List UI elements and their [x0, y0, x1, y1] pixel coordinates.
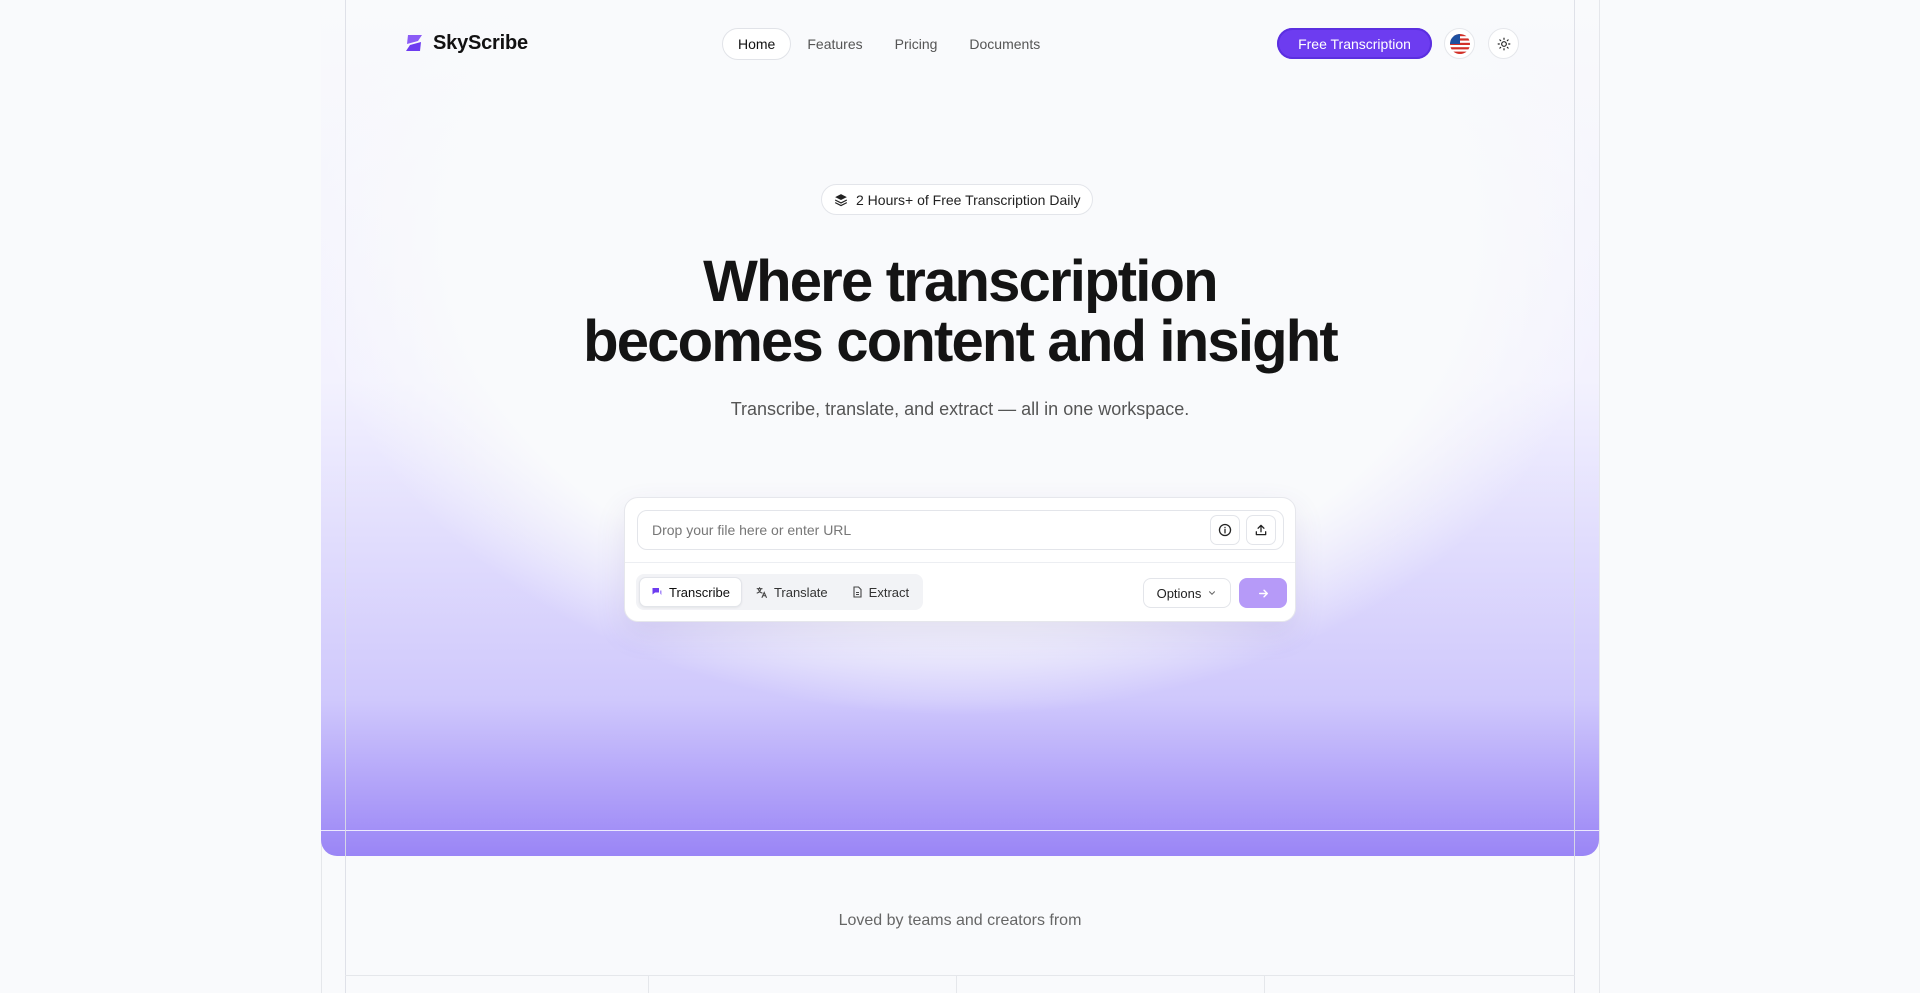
hero-divider [321, 830, 1599, 831]
logos-grid-separator [1264, 975, 1265, 993]
social-proof-title: Loved by teams and creators from [838, 912, 1082, 929]
file-url-field[interactable] [637, 510, 1284, 550]
document-icon [853, 586, 862, 598]
upload-icon [1255, 524, 1267, 536]
free-hours-badge: 2 Hours+ of Free Transcription Daily [821, 184, 1094, 215]
logos-grid-separator [648, 975, 649, 993]
nav-features[interactable]: Features [791, 28, 878, 60]
headline-line-1: Where transcription [703, 249, 1218, 314]
theme-toggle-button[interactable] [1488, 28, 1519, 59]
translate-icon [756, 586, 767, 598]
badge-text: 2 Hours+ of Free Transcription Daily [856, 191, 1081, 208]
chat-bubbles-icon [652, 588, 662, 595]
tab-translate-label: Translate [773, 584, 828, 600]
file-url-input[interactable] [650, 521, 1194, 539]
card-divider [625, 562, 1295, 563]
headline-line-2: becomes content and insight [583, 309, 1339, 374]
options-dropdown[interactable]: Options [1143, 578, 1231, 608]
free-transcription-button[interactable]: Free Transcription [1277, 28, 1432, 59]
us-flag-icon [1449, 33, 1470, 54]
mode-tabs: Transcribe Translate Extract [636, 574, 924, 610]
tab-translate[interactable]: Translate [744, 578, 839, 606]
nav-pricing[interactable]: Pricing [879, 28, 954, 60]
options-label: Options [1156, 585, 1202, 601]
hero-headline: Where transcription becomes content and … [560, 252, 1360, 372]
tab-transcribe[interactable]: Transcribe [639, 577, 742, 607]
tab-extract[interactable]: Extract [841, 578, 920, 606]
info-button[interactable] [1210, 515, 1240, 545]
info-icon [1218, 523, 1232, 537]
layers-icon [834, 193, 848, 206]
language-button[interactable] [1444, 28, 1475, 59]
tab-transcribe-label: Transcribe [669, 584, 730, 600]
logos-grid-separator [956, 975, 957, 993]
nav-documents[interactable]: Documents [953, 28, 1056, 60]
transcription-input-card: Transcribe Translate Extract Options [624, 497, 1296, 622]
brand-logo[interactable]: SkyScribe [402, 31, 528, 55]
tab-extract-label: Extract [868, 584, 910, 600]
submit-button[interactable] [1239, 578, 1287, 608]
brand-name: SkyScribe [433, 31, 528, 54]
logos-grid-top-line [345, 975, 1575, 976]
arrow-right-icon [1258, 589, 1268, 597]
chevron-down-icon [1209, 591, 1216, 595]
upload-button[interactable] [1246, 515, 1276, 545]
nav-home[interactable]: Home [722, 28, 792, 60]
main-nav: Home Features Pricing Documents [722, 28, 1056, 60]
skyscribe-logo-icon [406, 35, 422, 51]
hero-background [321, 0, 1599, 856]
frame-line-right-outer [1599, 0, 1600, 993]
frame-line-right-inner [1574, 0, 1575, 993]
frame-line-left-inner [345, 0, 346, 993]
hero-subheadline: Transcribe, translate, and extract — all… [730, 399, 1190, 419]
sun-icon [1497, 37, 1510, 50]
